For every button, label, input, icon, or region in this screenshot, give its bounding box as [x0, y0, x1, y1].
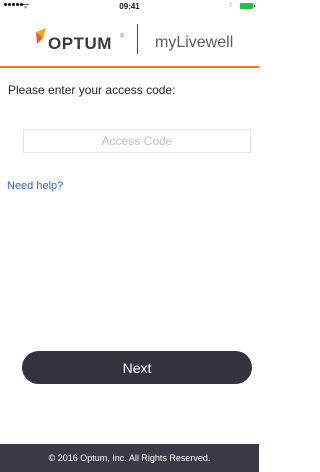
registered-mark: ®: [120, 34, 125, 40]
optum-logo: OPTUM ®: [34, 26, 129, 56]
logo-text: OPTUM: [48, 34, 112, 53]
copyright-text: © 2016 Optum, Inc. All Rights Reserved.: [48, 453, 211, 463]
header-divider: [137, 24, 138, 54]
status-bar: ᯤ 09:41 ☾: [0, 0, 259, 14]
access-code-input[interactable]: [23, 129, 251, 153]
battery-icon: [240, 3, 255, 9]
moon-icon: ☾: [228, 2, 235, 9]
next-button[interactable]: Next: [22, 351, 252, 384]
brand-name: myLivewell: [155, 34, 234, 51]
access-code-prompt: Please enter your access code:: [8, 83, 176, 97]
status-time: 09:41: [119, 2, 140, 11]
need-help-link[interactable]: Need help?: [7, 180, 63, 192]
footer: © 2016 Optum, Inc. All Rights Reserved.: [0, 444, 259, 472]
app-header: OPTUM ® myLivewell: [0, 14, 259, 68]
